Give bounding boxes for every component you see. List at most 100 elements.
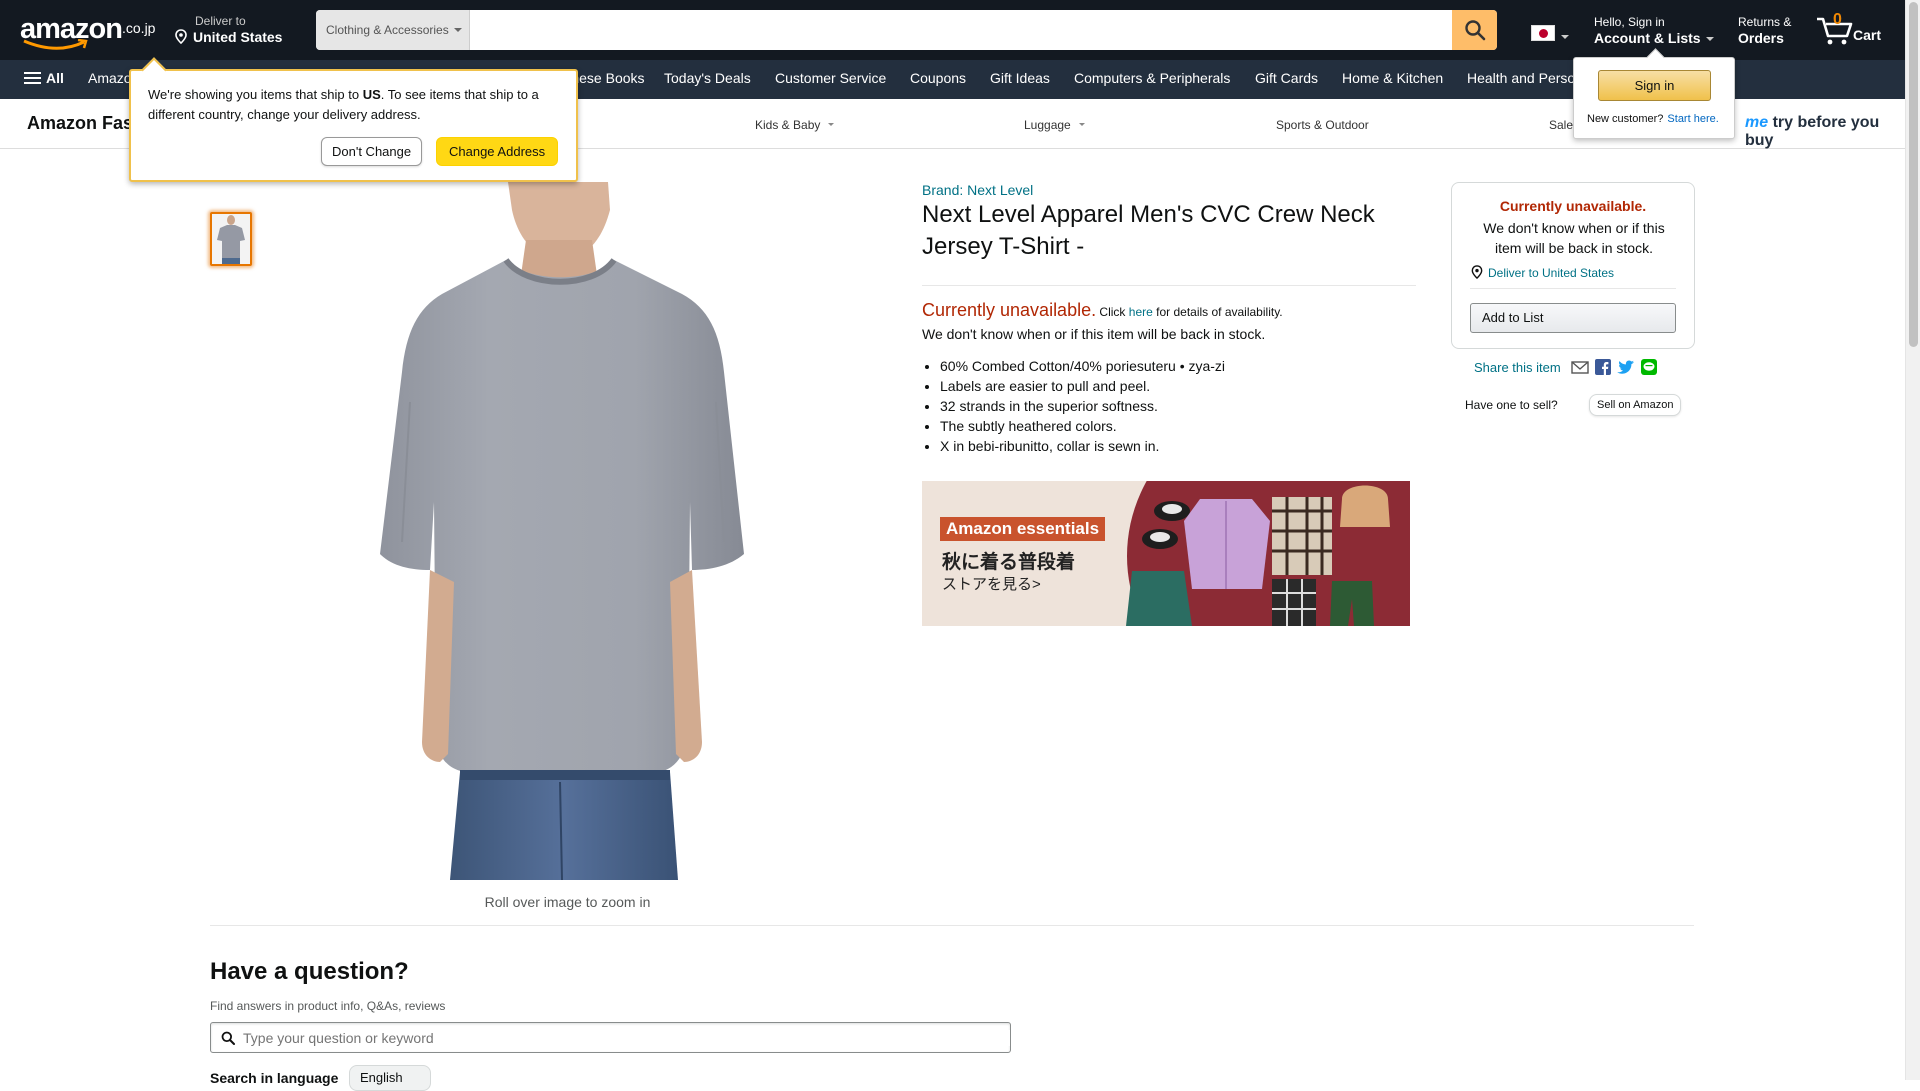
share-label: Share this item [1474, 359, 1561, 375]
cart-label: Cart [1853, 27, 1882, 43]
product-thumbnail[interactable] [210, 212, 252, 266]
account-line1: Hello, Sign in [1594, 15, 1665, 29]
banner-headline: 秋に着る普段着 [942, 552, 1076, 573]
new-customer-text: New customer? Start here. [1587, 113, 1719, 125]
nav-item-gift-ideas[interactable]: Gift Ideas [990, 70, 1050, 86]
banner-cta: ストアを見る> [942, 576, 1041, 593]
zoom-hint-text: Roll over image to zoom in [484, 894, 651, 910]
sell-question: Have one to sell? [1465, 398, 1558, 412]
subnav-luggage-label: Luggage [1024, 118, 1071, 132]
buy-box: Currently unavailable. We don't know whe… [1451, 182, 1695, 349]
chevron-down-icon [828, 123, 835, 126]
buybox-deliver-link[interactable]: Deliver to United States [1471, 265, 1614, 282]
subnav-luggage[interactable]: Luggage [1024, 118, 1085, 132]
search-language-label: Search in language [210, 1070, 339, 1086]
chevron-down-icon [1561, 35, 1569, 39]
sell-on-amazon-button[interactable]: Sell on Amazon [1589, 394, 1682, 416]
qa-search-input[interactable] [243, 1029, 1010, 1046]
deliver-line1: Deliver to [195, 14, 246, 28]
qa-search-box [210, 1022, 1011, 1053]
page-scrollbar[interactable] [1905, 0, 1920, 1080]
product-title: Next Level Apparel Men's CVC Crew Neck J… [922, 201, 1375, 260]
location-pin-icon [1471, 265, 1484, 282]
dont-change-button[interactable]: Don't Change [321, 137, 423, 166]
feature-bullet: Labels are easier to pull and peel. [940, 376, 1225, 396]
sign-in-flyout: Sign in New customer? Start here. [1573, 57, 1735, 139]
account-line2: Account & Lists [1594, 30, 1701, 46]
location-pin-icon [175, 29, 189, 48]
back-in-stock-text: We don't know when or if this item will … [922, 326, 1266, 342]
ship-to-address-popover: We're showing you items that ship to US.… [129, 69, 578, 182]
nav-item-computers[interactable]: Computers & Peripherals [1074, 70, 1230, 86]
subnav-sale[interactable]: Sale [1549, 118, 1573, 132]
qa-title: Have a question? [210, 958, 409, 985]
prime-try-before-you-buy-link[interactable]: me try before you buy [1745, 114, 1905, 150]
feature-bullet: The subtly heathered colors. [940, 416, 1225, 436]
all-menu-button[interactable]: All [24, 70, 64, 86]
chevron-down-icon [1078, 123, 1085, 126]
line-icon[interactable] [1640, 359, 1657, 375]
returns-and-orders[interactable]: Returns & Orders [1738, 15, 1791, 47]
search-bar: Clothing & Accessories [316, 10, 1497, 50]
availability-details-link[interactable]: here [1129, 305, 1153, 319]
search-icon [221, 1031, 235, 1045]
subnav-sports-outdoor[interactable]: Sports & Outdoor [1276, 118, 1369, 132]
ship-to-message: We're showing you items that ship to US.… [148, 87, 539, 122]
subnav-kids-baby[interactable]: Kids & Baby [755, 118, 835, 132]
buybox-deliver-label: Deliver to United States [1488, 266, 1615, 280]
buybox-message: We don't know when or if this item will … [1483, 220, 1665, 256]
divider [210, 925, 1694, 926]
search-department-select[interactable]: Clothing & Accessories [316, 10, 470, 50]
all-menu-label: All [46, 70, 64, 86]
currently-unavailable-text: Currently unavailable. [922, 300, 1097, 320]
change-address-button[interactable]: Change Address [436, 137, 559, 166]
nav-item-todays-deals[interactable]: Today's Deals [664, 70, 751, 86]
amazon-essentials-banner[interactable]: Amazon essentials 秋に着る普段着 ストアを見る> [922, 481, 1410, 626]
search-department-label: Clothing & Accessories [326, 23, 449, 37]
search-icon [1464, 20, 1485, 41]
deliver-to-location[interactable]: Deliver to United States [175, 15, 282, 47]
sign-in-button[interactable]: Sign in [1598, 70, 1711, 101]
cart-count: 0 [1833, 11, 1842, 28]
search-button[interactable] [1452, 10, 1497, 50]
subnav-kids-baby-label: Kids & Baby [755, 118, 821, 132]
divider [1470, 288, 1676, 289]
nav-item-customer-service[interactable]: Customer Service [775, 70, 886, 86]
logo-tld: .co.jp [122, 20, 156, 36]
amazon-logo[interactable]: amazon .co.jp [20, 13, 156, 50]
feature-bullet: 60% Combed Cotton/40% poriesuteru • zya-… [940, 356, 1225, 376]
banner-brand-label: Amazon essentials [940, 517, 1106, 541]
email-icon[interactable] [1571, 360, 1589, 374]
qa-subtitle: Find answers in product info, Q&As, revi… [210, 999, 446, 1013]
start-here-link[interactable]: Start here. [1667, 113, 1718, 125]
nav-item-coupons[interactable]: Coupons [910, 70, 966, 86]
tshirt-thumbnail-image [212, 214, 250, 264]
japan-flag-icon[interactable] [1531, 25, 1555, 41]
cart-button[interactable]: 0 Cart [1815, 11, 1890, 48]
search-input[interactable] [470, 10, 1452, 50]
language-select[interactable]: English [349, 1065, 431, 1091]
account-and-lists[interactable]: Hello, Sign in Account & Lists [1594, 15, 1714, 47]
prime-prefix: me [1745, 114, 1769, 131]
nav-item-gift-cards[interactable]: Gift Cards [1255, 70, 1318, 86]
brand-link[interactable]: Brand: Next Level [922, 182, 1033, 198]
nav-item-home-kitchen[interactable]: Home & Kitchen [1342, 70, 1443, 86]
chevron-down-icon [1705, 37, 1714, 41]
facebook-icon[interactable] [1594, 359, 1611, 375]
chevron-down-icon [453, 28, 462, 32]
top-navbar: amazon .co.jp Deliver to United States C… [0, 0, 1905, 60]
product-main-image[interactable] [330, 182, 796, 880]
hamburger-icon [24, 72, 41, 84]
buybox-unavailable: Currently unavailable. [1499, 198, 1647, 214]
feature-bullet: 32 strands in the superior softness. [940, 396, 1225, 416]
divider [922, 285, 1416, 286]
tshirt-model-image [330, 182, 796, 880]
availability-line: Currently unavailable. Click here for de… [922, 300, 1283, 320]
share-row: Share this item [1474, 359, 1657, 375]
add-to-list-button[interactable]: Add to List [1470, 303, 1676, 333]
returns-line2: Orders [1738, 30, 1784, 46]
feature-bullet: X in bebi-ribunitto, collar is sewn in. [940, 436, 1225, 456]
twitter-icon[interactable] [1616, 360, 1635, 375]
returns-line1: Returns & [1738, 15, 1792, 29]
scrollbar-thumb[interactable] [1909, 2, 1918, 347]
